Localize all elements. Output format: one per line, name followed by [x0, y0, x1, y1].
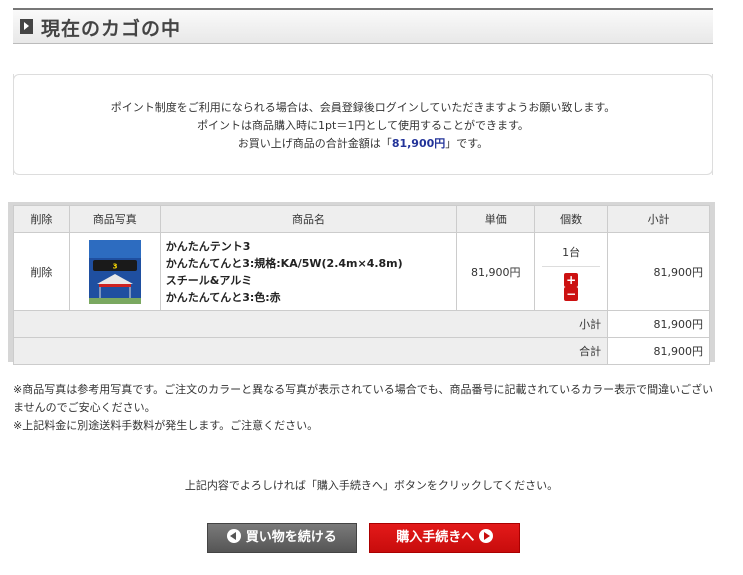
checkout-button[interactable]: 購入手続きへ	[369, 523, 520, 553]
col-header-name: 商品名	[159, 205, 458, 233]
cart-table: 削除 商品写真 商品名 単価 個数 小計 削除 3 かんたんテント3 かんたんて…	[12, 205, 710, 365]
info-line-3-prefix: お買い上げ商品の合計金額は「	[237, 137, 392, 150]
total-value: 81,900円	[607, 337, 710, 365]
product-material-line: スチール&アルミ	[165, 273, 253, 287]
col-header-price: 単価	[456, 205, 536, 233]
info-line-3-suffix: 」です。	[445, 137, 489, 150]
col-header-subtotal: 小計	[607, 205, 710, 233]
arrow-right-circle-icon	[478, 529, 493, 543]
checkout-label: 購入手続きへ	[396, 530, 475, 545]
subtotal-value: 81,900円	[607, 310, 710, 338]
row-subtotal-cell: 81,900円	[607, 232, 710, 311]
quantity-value: 1台	[562, 246, 581, 259]
product-name-line: かんたんテント3	[165, 239, 251, 253]
quantity-divider	[542, 266, 601, 267]
page-title: 現在のカゴの中	[41, 18, 182, 40]
arrow-left-circle-icon	[227, 529, 242, 543]
product-photo[interactable]: 3	[88, 239, 141, 304]
photo-cell: 3	[68, 232, 161, 311]
note-shipping: ※上記料金に別途送料手数料が発生します。ご注意ください。	[13, 419, 319, 432]
total-row: 合計 81,900円	[12, 337, 710, 365]
subtotal-label: 小計	[12, 310, 609, 338]
point-info-box: ポイント制度をご利用になられる場合は、会員登録後ログインしていただきますようお願…	[13, 74, 713, 175]
header-arrow-icon	[20, 19, 33, 34]
note-photo: ※商品写真は参考用写真です。ご注文のカラーと異なる写真が表示されている場合でも、…	[13, 383, 714, 414]
product-name-cell: かんたんテント3 かんたんてんと3:規格:KA/5W(2.4m×4.8m) スチ…	[159, 232, 458, 311]
product-spec-line: かんたんてんと3:規格:KA/5W(2.4m×4.8m)	[165, 256, 403, 270]
continue-shopping-label: 買い物を続ける	[245, 530, 337, 545]
decrease-quantity-button[interactable]: −	[564, 287, 579, 301]
quantity-cell: 1台 +−	[534, 232, 609, 311]
increase-quantity-button[interactable]: +	[564, 273, 579, 287]
confirm-message: 上記内容でよろしければ「購入手続きへ」ボタンをクリックしてください。	[184, 479, 559, 492]
info-line-2: ポイントは商品購入時に1pt＝1円として使用することができます。	[197, 119, 529, 132]
subtotal-row: 小計 81,900円	[12, 310, 710, 338]
cart-header-row: 削除 商品写真 商品名 単価 個数 小計	[13, 205, 710, 233]
page-header: 現在のカゴの中	[13, 8, 713, 44]
cart-total-amount: 81,900円	[391, 137, 446, 150]
cart-table-wrapper: 削除 商品写真 商品名 単価 個数 小計 削除 3 かんたんテント3 かんたんて…	[8, 202, 715, 365]
col-header-qty: 個数	[534, 205, 609, 233]
table-row: 削除 3 かんたんテント3 かんたんてんと3:規格:KA/5W(2.4m×4.8…	[13, 232, 710, 311]
product-color-line: かんたんてんと3:色:赤	[165, 290, 281, 304]
svg-text:3: 3	[112, 262, 117, 270]
total-label: 合計	[12, 337, 609, 365]
col-header-delete: 削除	[13, 205, 70, 233]
delete-cell: 削除	[13, 232, 70, 311]
col-header-photo: 商品写真	[68, 205, 161, 233]
info-line-3: お買い上げ商品の合計金額は「81,900円」です。	[14, 135, 712, 153]
unit-price-cell: 81,900円	[456, 232, 536, 311]
notes: ※商品写真は参考用写真です。ご注文のカラーと異なる写真が表示されている場合でも、…	[13, 381, 721, 435]
delete-link[interactable]: 削除	[30, 266, 52, 279]
continue-shopping-button[interactable]: 買い物を続ける	[207, 523, 357, 553]
info-line-1: ポイント制度をご利用になられる場合は、会員登録後ログインしていただきますようお願…	[110, 101, 616, 114]
